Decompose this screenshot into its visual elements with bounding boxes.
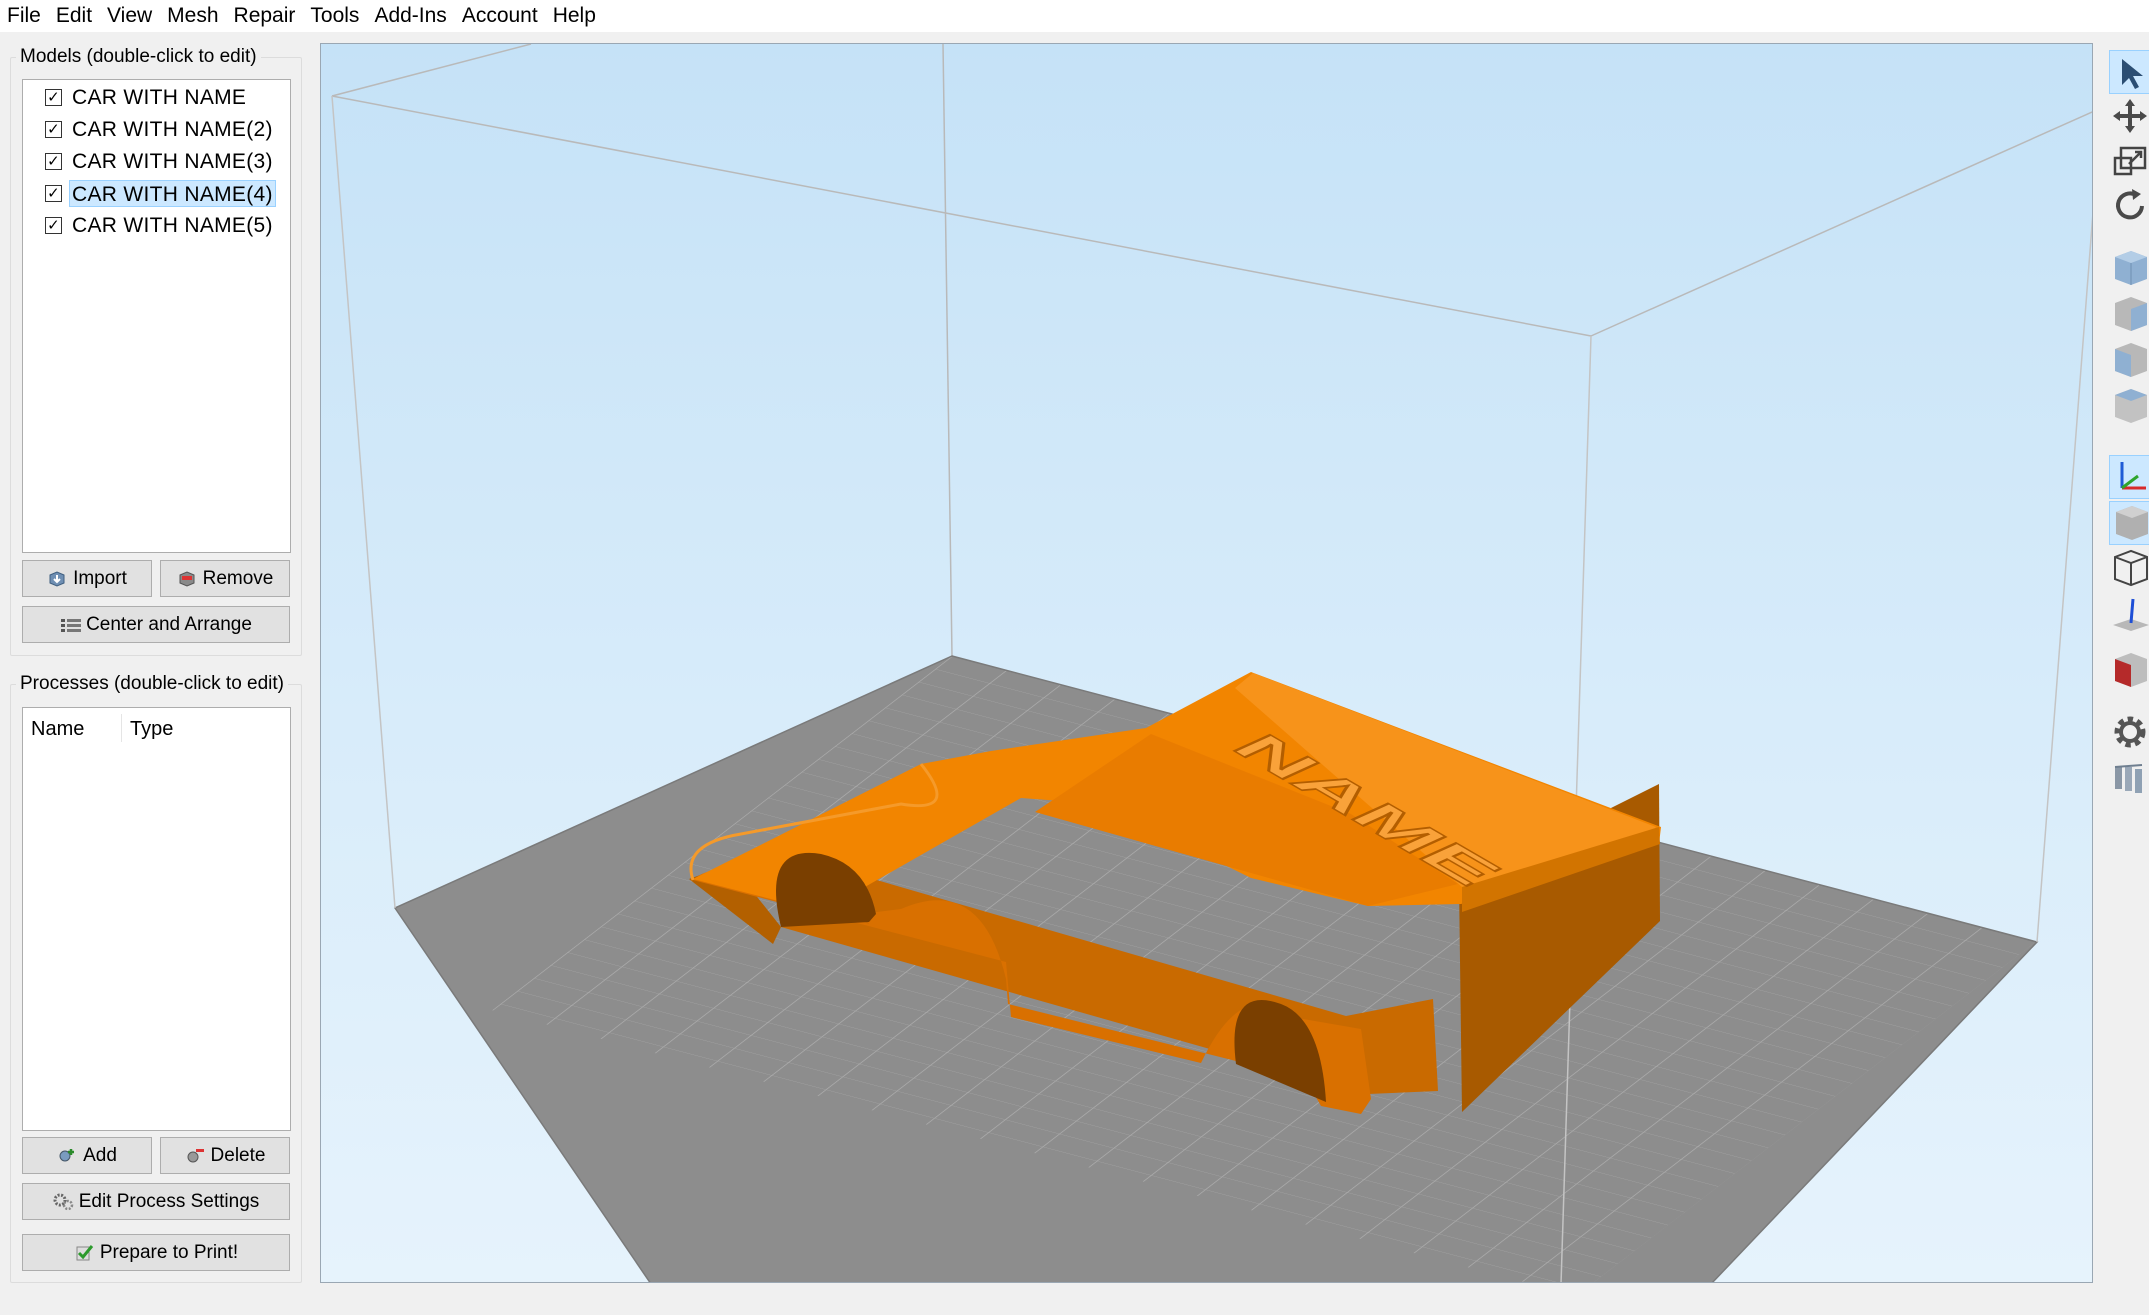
model-list-item[interactable]: ✓ CAR WITH NAME(5) <box>45 211 276 239</box>
delete-icon <box>185 1147 205 1165</box>
remove-button[interactable]: Remove <box>160 560 290 597</box>
status-bar <box>0 1290 2149 1315</box>
view-top-button[interactable] <box>2109 385 2149 429</box>
normals-view-toggle[interactable] <box>2109 593 2149 637</box>
model-checkbox[interactable]: ✓ <box>45 152 62 170</box>
normal-vector-icon <box>2109 598 2149 639</box>
center-and-arrange-label: Center and Arrange <box>86 613 252 635</box>
column-header-name[interactable]: Name <box>31 718 84 741</box>
supports-icon <box>2109 764 2149 803</box>
menu-mesh[interactable]: Mesh <box>160 0 226 32</box>
models-list[interactable]: ✓ CAR WITH NAME ✓ CAR WITH NAME(2) ✓ CAR… <box>22 79 291 553</box>
model-checkbox[interactable]: ✓ <box>45 120 62 138</box>
show-axes-toggle[interactable] <box>2109 455 2149 499</box>
add-icon <box>57 1147 77 1165</box>
axes-icon <box>2110 462 2149 502</box>
import-label: Import <box>73 567 127 589</box>
view-iso-button[interactable] <box>2109 247 2149 291</box>
center-and-arrange-button[interactable]: Center and Arrange <box>22 606 290 643</box>
menu-view[interactable]: View <box>100 0 160 32</box>
arrange-icon <box>60 616 82 634</box>
remove-label: Remove <box>202 567 274 589</box>
menu-bar: File Edit View Mesh Repair Tools Add-Ins… <box>0 0 2149 32</box>
view-front-button[interactable] <box>2109 293 2149 337</box>
checkmark-icon <box>74 1244 94 1262</box>
model-label: CAR WITH NAME(5) <box>72 213 273 237</box>
rotate-icon <box>2109 189 2149 231</box>
rotate-tool[interactable] <box>2109 185 2149 229</box>
model-checkbox[interactable]: ✓ <box>45 184 62 202</box>
scale-tool[interactable] <box>2109 140 2149 184</box>
view-top-cube-icon <box>2109 389 2149 431</box>
build-volume-back <box>331 44 2092 657</box>
view-side-button[interactable] <box>2109 339 2149 383</box>
menu-repair[interactable]: Repair <box>227 0 304 32</box>
remove-cube-icon <box>177 570 197 588</box>
menu-edit[interactable]: Edit <box>49 0 100 32</box>
prepare-to-print-button[interactable]: Prepare to Print! <box>22 1234 290 1271</box>
move-tool[interactable] <box>2109 95 2149 139</box>
wireframe-view-toggle[interactable] <box>2109 547 2149 591</box>
models-group-title: Models (double-click to edit) <box>16 45 261 69</box>
model-list-item-selected[interactable]: ✓ CAR WITH NAME(4) <box>45 179 276 207</box>
model-label: CAR WITH NAME(4) <box>69 179 276 207</box>
menu-account[interactable]: Account <box>455 0 546 32</box>
processes-list[interactable]: Name Type <box>22 707 291 1131</box>
3d-viewport[interactable]: NAME <box>320 43 2093 1283</box>
model-list-item[interactable]: ✓ CAR WITH NAME <box>45 83 249 111</box>
processes-group-title: Processes (double-click to edit) <box>16 672 288 696</box>
model-label: CAR WITH NAME(3) <box>72 149 273 173</box>
menu-help[interactable]: Help <box>546 0 604 32</box>
solid-cube-icon <box>2110 506 2149 548</box>
column-divider <box>121 714 122 742</box>
select-tool[interactable] <box>2109 50 2149 94</box>
edit-process-settings-button[interactable]: Edit Process Settings <box>22 1183 290 1220</box>
supports-button[interactable] <box>2109 757 2149 801</box>
menu-add-ins[interactable]: Add-Ins <box>367 0 454 32</box>
wireframe-cube-icon <box>2109 549 2149 593</box>
model-list-item[interactable]: ✓ CAR WITH NAME(3) <box>45 147 276 175</box>
move-icon <box>2109 99 2149 141</box>
model-checkbox[interactable]: ✓ <box>45 88 62 106</box>
section-cube-icon <box>2109 653 2149 695</box>
import-button[interactable]: Import <box>22 560 152 597</box>
model-checkbox[interactable]: ✓ <box>45 216 62 234</box>
view-iso-cube-icon <box>2109 251 2149 293</box>
edit-process-settings-label: Edit Process Settings <box>78 1190 260 1212</box>
settings-gear-icon <box>2109 716 2149 757</box>
column-header-type[interactable]: Type <box>130 718 173 741</box>
import-cube-icon <box>47 570 67 588</box>
add-label: Add <box>83 1144 117 1166</box>
prepare-to-print-label: Prepare to Print! <box>99 1241 239 1263</box>
view-front-cube-icon <box>2109 297 2149 339</box>
settings-button[interactable] <box>2109 711 2149 755</box>
add-process-button[interactable]: Add <box>22 1137 152 1174</box>
model-label: CAR WITH NAME <box>72 85 247 109</box>
scale-icon <box>2109 146 2149 186</box>
delete-label: Delete <box>210 1144 266 1166</box>
delete-process-button[interactable]: Delete <box>160 1137 290 1174</box>
menu-tools[interactable]: Tools <box>303 0 367 32</box>
solid-view-toggle[interactable] <box>2109 501 2149 545</box>
model-list-item[interactable]: ✓ CAR WITH NAME(2) <box>45 115 276 143</box>
view-side-cube-icon <box>2109 343 2149 385</box>
view-toolbar <box>2105 43 2149 1283</box>
menu-file[interactable]: File <box>0 0 49 32</box>
section-view-toggle[interactable] <box>2109 649 2149 693</box>
model-label: CAR WITH NAME(2) <box>72 117 273 141</box>
gears-icon <box>53 1193 73 1211</box>
scene-canvas[interactable]: NAME <box>321 44 2093 1283</box>
